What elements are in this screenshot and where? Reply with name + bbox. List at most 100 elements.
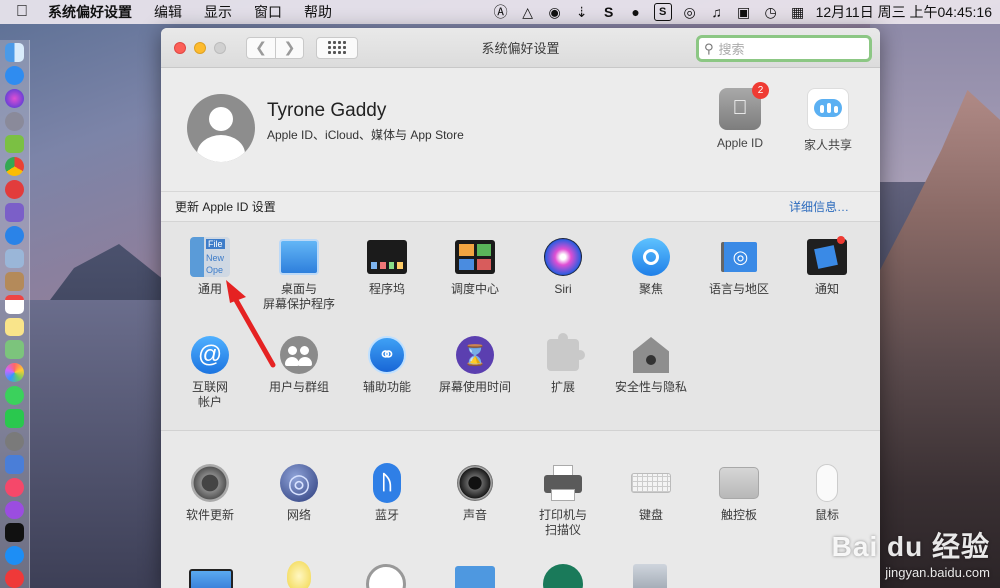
dock-android-icon[interactable] <box>5 134 24 154</box>
pref-extensions[interactable]: 扩展 <box>519 333 607 395</box>
calendar-icon[interactable]: ▦ <box>789 3 807 21</box>
family-sharing-label: 家人共享 <box>803 138 852 152</box>
user-subtitle: Apple ID、iCloud、媒体与 App Store <box>267 128 464 142</box>
pref-printers-scanners[interactable]: 打印机与 扫描仪 <box>519 463 607 538</box>
back-button[interactable]: ❮ <box>246 36 275 59</box>
pref-notifications[interactable]: 通知 <box>783 236 871 297</box>
date-time-icon[interactable] <box>366 564 406 588</box>
pref-dock-label: 程序坞 <box>368 282 405 296</box>
music-icon[interactable]: ♫ <box>708 3 726 21</box>
search-placeholder: 搜索 <box>718 42 745 57</box>
dock-notes-icon[interactable] <box>5 317 24 337</box>
dock-safari-icon[interactable] <box>5 226 24 245</box>
security-privacy-icon <box>631 335 671 375</box>
nav-buttons: ❮ ❯ <box>246 36 304 59</box>
dock-maps-icon[interactable] <box>5 340 24 360</box>
search-field[interactable]: ⚲ 搜索 <box>696 35 872 62</box>
pref-internet-accounts[interactable]: @ 互联网 帐户 <box>166 335 254 410</box>
dock-podcasts-icon[interactable] <box>5 500 24 520</box>
pref-accessibility[interactable]: ⚭ 辅助功能 <box>343 335 431 395</box>
window-controls <box>174 41 226 54</box>
forward-button[interactable]: ❯ <box>275 36 304 59</box>
show-all-button[interactable] <box>316 36 358 59</box>
dock-contacts-icon[interactable] <box>5 271 24 291</box>
dock-tv-icon[interactable] <box>5 523 24 543</box>
extensions-icon <box>543 333 585 375</box>
pref-bluetooth[interactable]: ᚢ 蓝牙 <box>343 463 431 523</box>
globe-icon[interactable]: ◎ <box>681 3 699 21</box>
display-icon[interactable]: ▣ <box>735 3 753 21</box>
zoom-button[interactable] <box>214 41 226 54</box>
dock-system-preferences-icon[interactable] <box>5 431 24 451</box>
record-icon[interactable]: ◉ <box>546 3 564 21</box>
pref-spotlight[interactable]: 聚焦 <box>607 237 695 297</box>
s-box-icon[interactable]: S <box>653 3 672 21</box>
apple-menu-icon[interactable]:  <box>0 3 44 21</box>
dock-download-icon[interactable] <box>5 454 24 474</box>
time-machine-pane-icon[interactable] <box>543 564 583 588</box>
pref-screen-time[interactable]: ⌛ 屏幕使用时间 <box>431 335 519 395</box>
avatar[interactable] <box>187 94 255 162</box>
pref-language-region[interactable]: ◎ 语言与地区 <box>695 237 783 297</box>
family-sharing-pane[interactable]: 家人共享 <box>793 88 863 153</box>
spotlight-icon <box>631 237 671 277</box>
minimize-button[interactable] <box>194 41 206 54</box>
dock-appstore-icon[interactable] <box>5 65 24 85</box>
hardware-panes: 软件更新 ◎ 网络 ᚢ 蓝牙 声音 打印机与 扫描仪 键盘 触控板 鼠标 <box>161 431 880 588</box>
startup-disk-icon[interactable] <box>633 564 667 588</box>
pref-software-update-label: 软件更新 <box>185 508 234 522</box>
dock-red-app-icon[interactable] <box>5 180 24 200</box>
dock-finder-icon[interactable] <box>5 43 24 62</box>
apple-id-pane[interactable]:  2 Apple ID <box>705 82 775 150</box>
s-app-icon[interactable]: S <box>600 3 618 21</box>
dock-facetime-icon[interactable] <box>5 409 24 428</box>
pref-keyboard[interactable]: 键盘 <box>607 463 695 523</box>
mouse-icon <box>807 463 847 503</box>
menu-app-name[interactable]: 系统偏好设置 <box>44 2 143 22</box>
menu-clock[interactable]: 12月11日 周三 上午04:45:16 <box>816 2 992 22</box>
pref-mouse[interactable]: 鼠标 <box>783 463 871 523</box>
details-link[interactable]: 详细信息… <box>789 198 849 215</box>
pref-desktop-screensaver[interactable]: 桌面与 屏幕保护程序 <box>255 237 343 312</box>
dock-photos-icon[interactable] <box>5 363 24 383</box>
menu-view[interactable]: 显示 <box>193 2 243 22</box>
ghost-icon[interactable]: ● <box>627 3 645 21</box>
displays-icon[interactable] <box>189 569 233 588</box>
language-region-icon: ◎ <box>719 237 759 277</box>
dock-appstore2-icon[interactable] <box>5 546 24 566</box>
pref-sound[interactable]: 声音 <box>431 463 519 523</box>
dock-purple-app-icon[interactable] <box>5 203 24 222</box>
dock-messages-icon[interactable] <box>5 386 24 406</box>
pref-security-privacy[interactable]: 安全性与隐私 <box>607 335 695 395</box>
dock-preview-icon[interactable] <box>5 248 24 268</box>
menu-window[interactable]: 窗口 <box>243 2 293 22</box>
dock-calendar-icon[interactable] <box>5 294 24 314</box>
pref-siri[interactable]: Siri <box>519 237 607 297</box>
baidu-watermark: Bai du 经验 jingyan.baidu.com <box>832 525 990 580</box>
apple-id-badge: 2 <box>752 82 769 99</box>
energy-saver-icon[interactable] <box>287 561 311 588</box>
pref-trackpad[interactable]: 触控板 <box>695 463 783 523</box>
pref-network[interactable]: ◎ 网络 <box>255 463 343 523</box>
accessibility-icon: ⚭ <box>367 335 407 375</box>
dock-chrome-icon[interactable] <box>5 157 24 177</box>
menu-help[interactable]: 帮助 <box>293 2 343 22</box>
pref-dock[interactable]: 程序坞 <box>343 237 431 297</box>
dock-vivaldi-icon[interactable] <box>5 569 24 588</box>
dock-music-icon[interactable] <box>5 477 24 497</box>
pref-screen-time-label: 屏幕使用时间 <box>438 380 511 394</box>
download-icon[interactable]: ⇣ <box>573 3 591 21</box>
pref-mission-control[interactable]: 调度中心 <box>431 237 519 297</box>
time-machine-icon[interactable]: ◷ <box>762 3 780 21</box>
dock-siri-icon[interactable] <box>5 88 24 108</box>
sharing-icon[interactable] <box>455 566 495 588</box>
menu-edit[interactable]: 编辑 <box>143 2 193 22</box>
grid-icon <box>328 41 346 54</box>
dock-launchpad-icon[interactable] <box>5 111 24 131</box>
a-circle-icon[interactable]: Ⓐ <box>492 3 510 21</box>
fox-icon[interactable]: △ <box>519 3 537 21</box>
pref-general[interactable]: File New Ope 通用 <box>166 237 254 297</box>
pref-users-groups[interactable]: 用户与群组 <box>255 335 343 395</box>
close-button[interactable] <box>174 41 186 54</box>
pref-software-update[interactable]: 软件更新 <box>166 463 254 523</box>
